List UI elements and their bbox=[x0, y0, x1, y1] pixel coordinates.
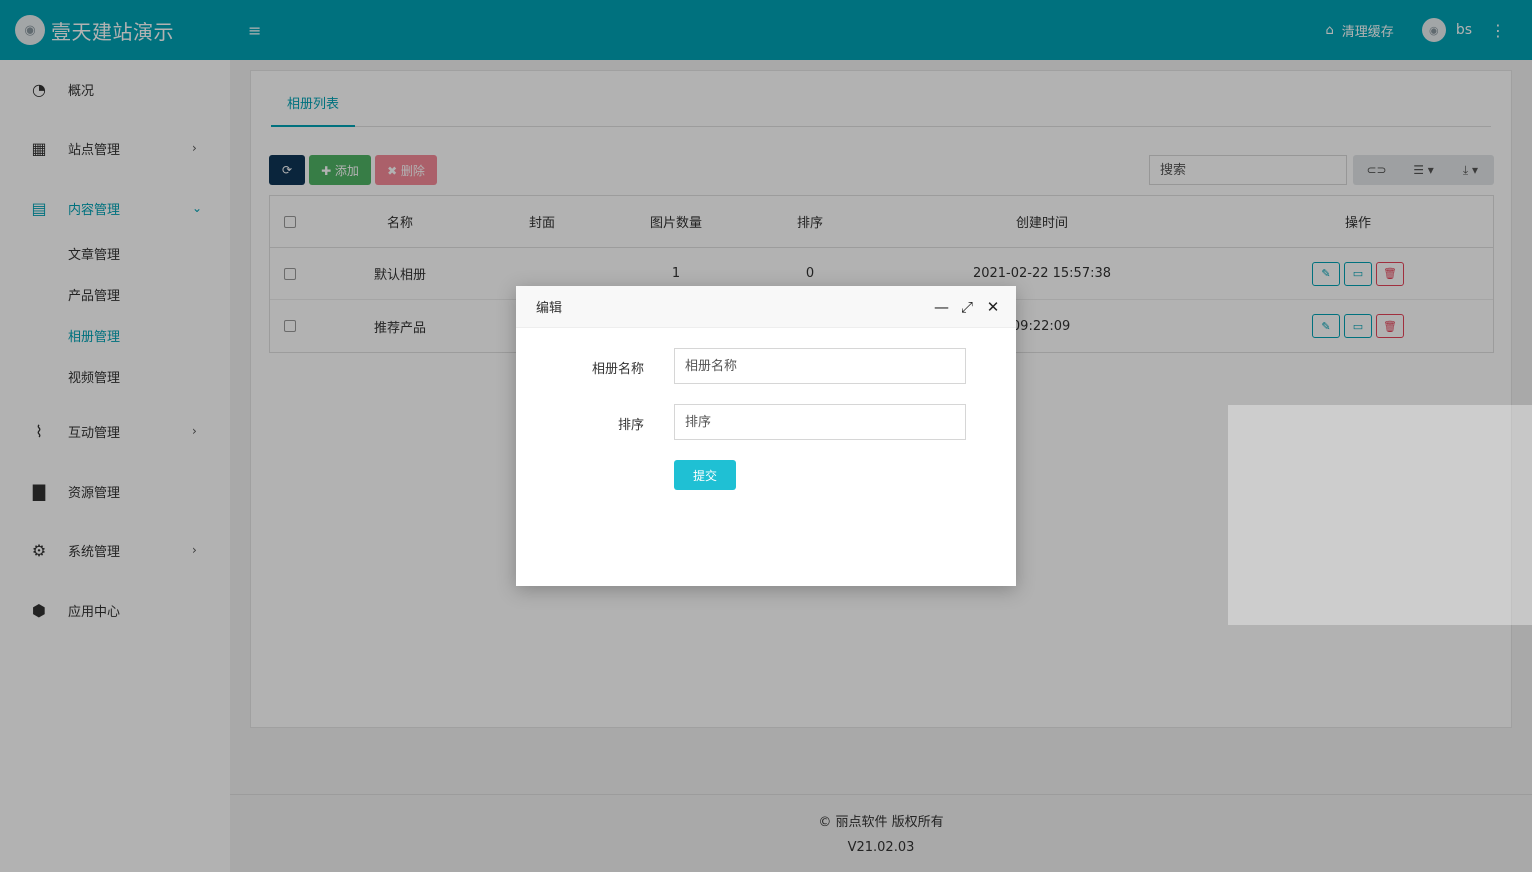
sort-input[interactable] bbox=[674, 404, 966, 440]
submit-button[interactable]: 提交 bbox=[674, 460, 736, 490]
edit-dialog: 编辑 — ⤢ ✕ 相册名称 排序 提交 bbox=[516, 286, 1016, 586]
dialog-header: 编辑 — ⤢ ✕ bbox=[516, 286, 1016, 328]
ghost-panel bbox=[1228, 405, 1532, 625]
maximize-icon[interactable]: ⤢ bbox=[960, 298, 974, 316]
album-name-input[interactable] bbox=[674, 348, 966, 384]
dialog-title: 编辑 bbox=[536, 301, 563, 316]
dialog-controls: — ⤢ ✕ bbox=[922, 298, 1016, 316]
minimize-icon[interactable]: — bbox=[934, 298, 949, 316]
close-icon[interactable]: ✕ bbox=[986, 298, 1000, 316]
sort-label: 排序 bbox=[617, 418, 644, 433]
album-name-label: 相册名称 bbox=[591, 362, 644, 377]
